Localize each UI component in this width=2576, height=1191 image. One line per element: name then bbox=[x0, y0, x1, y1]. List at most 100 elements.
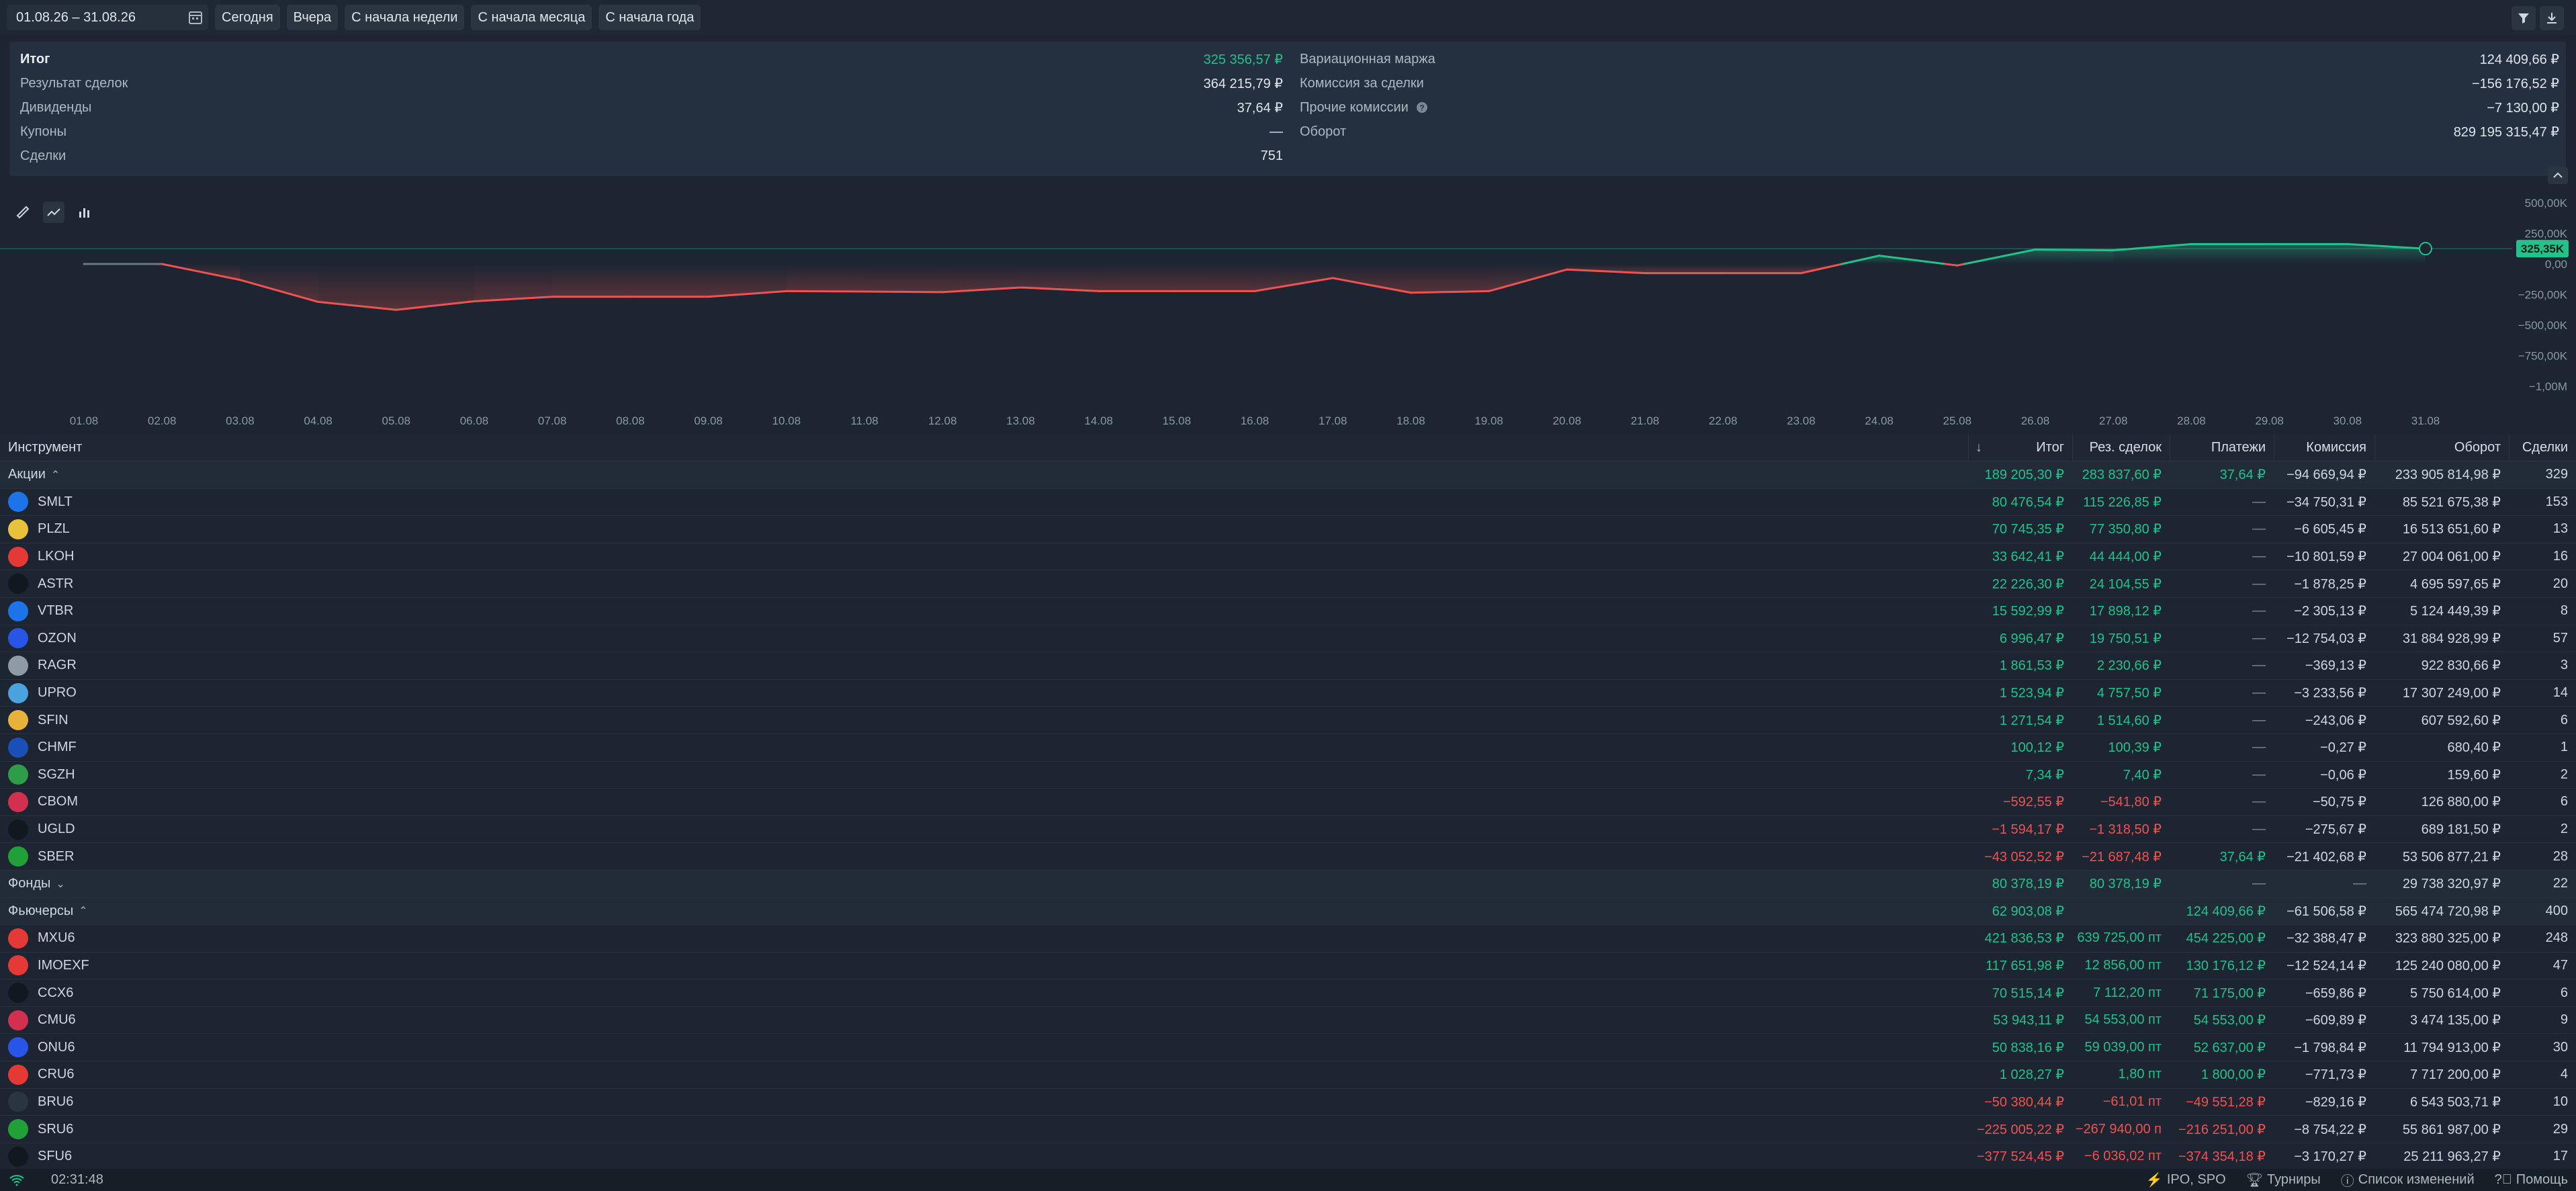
pnl-chart[interactable]: 01.08 02.08 03.08 04.08 05.08 06.08 07.08 08.08… bbox=[0, 185, 2576, 435]
table-row[interactable]: LKOH 33 642,41 ₽ 44 444,00 ₽ — −10 801,59 ₽ 2… bbox=[0, 543, 2576, 571]
total-cell: 1 861,53 ₽ bbox=[1999, 658, 2064, 674]
date-range-input[interactable]: 01.08.26 – 31.08.26 bbox=[7, 5, 208, 30]
group-row[interactable]: Фонды ⌄ 80 378,19 ₽ 80 378,19 ₽ — — 29 738 320… bbox=[0, 870, 2576, 898]
deals-result-cell: 12 856,00 пт bbox=[2084, 957, 2162, 973]
area-fill bbox=[1333, 264, 1411, 293]
summary-label: Дивиденды bbox=[20, 99, 92, 115]
deals-count-cell: 6 bbox=[2560, 985, 2568, 1000]
table-row[interactable]: BRU6 −50 380,44 ₽ −61,01 пт −49 551,28 ₽ −82… bbox=[0, 1089, 2576, 1116]
total-cell: 80 378,19 ₽ bbox=[1992, 877, 2064, 892]
table-row[interactable]: VTBR 15 592,99 ₽ 17 898,12 ₽ — −2 305,13 ₽ 5 … bbox=[0, 598, 2576, 625]
table-row[interactable]: ONU6 50 838,16 ₽ 59 039,00 пт 52 637,00 ₽ −1… bbox=[0, 1034, 2576, 1062]
table-row[interactable]: UPRO 1 523,94 ₽ 4 757,50 ₽ — −3 233,56 ₽ 17 3… bbox=[0, 680, 2576, 707]
yesterday-button[interactable]: Вчера bbox=[286, 5, 339, 30]
header-instrument[interactable]: Инструмент bbox=[0, 440, 1968, 455]
table-row[interactable]: OZON 6 996,47 ₽ 19 750,51 ₽ — −12 754,03 ₽ 31… bbox=[0, 625, 2576, 653]
calendar-icon[interactable] bbox=[188, 10, 203, 25]
instrument-name: Акции bbox=[8, 467, 46, 482]
deals-result-cell: 1 514,60 ₽ bbox=[2096, 713, 2162, 728]
table-row[interactable]: IMOEXF 117 651,98 ₽ 12 856,00 пт 130 176,12… bbox=[0, 953, 2576, 980]
total-cell: 70 515,14 ₽ bbox=[1992, 985, 2064, 1001]
table-row[interactable]: UGLD −1 594,17 ₽ −1 318,50 ₽ — −275,67 ₽ 689 … bbox=[0, 816, 2576, 844]
instrument-logo-icon bbox=[8, 1119, 28, 1140]
table-row[interactable]: PLZL 70 745,35 ₽ 77 350,80 ₽ — −6 605,45 ₽ 16… bbox=[0, 516, 2576, 543]
header-total[interactable]: ↓ Итог bbox=[1968, 435, 2072, 461]
instrument-cell: SGZH bbox=[0, 764, 1968, 785]
turnover-cell: 25 211 963,27 ₽ bbox=[2403, 1149, 2501, 1165]
chevron-up-icon[interactable]: ⌃ bbox=[51, 468, 60, 482]
table-row[interactable]: MXU6 421 836,53 ₽ 639 725,00 пт 454 225,00 … bbox=[0, 925, 2576, 953]
week-start-button[interactable]: С начала недели bbox=[345, 5, 465, 30]
table-row[interactable]: SFIN 1 271,54 ₽ 1 514,60 ₽ — −243,06 ₽ 607 59… bbox=[0, 707, 2576, 734]
table-row[interactable]: CMU6 53 943,11 ₽ 54 553,00 пт 54 553,00 ₽ −6… bbox=[0, 1007, 2576, 1034]
help-link[interactable]: ?⃝ Помощь bbox=[2495, 1172, 2568, 1188]
payments-cell: −374 354,18 ₽ bbox=[2178, 1149, 2266, 1165]
instrument-cell: CHMF bbox=[0, 737, 1968, 758]
instrument-name: RAGR bbox=[38, 658, 77, 673]
year-start-button[interactable]: С начала года bbox=[598, 5, 701, 30]
instrument-name: SFU6 bbox=[38, 1149, 73, 1164]
group-row[interactable]: Акции ⌃ 189 205,30 ₽ 283 837,60 ₽ 37,64 ₽ −94… bbox=[0, 461, 2576, 489]
summary-label: Итог bbox=[20, 51, 50, 67]
collapse-summary-button[interactable] bbox=[2548, 167, 2568, 184]
payments-cell: — bbox=[2252, 521, 2266, 537]
month-start-button[interactable]: С начала месяца bbox=[471, 5, 592, 30]
filter-icon[interactable] bbox=[2512, 6, 2536, 30]
clock: 02:31:48 bbox=[51, 1172, 103, 1187]
commission-cell: −1 878,25 ₽ bbox=[2294, 576, 2366, 592]
deals-result-cell: 100,39 ₽ bbox=[2108, 740, 2162, 756]
ipo-link[interactable]: ⚡ IPO, SPO bbox=[2146, 1172, 2226, 1188]
summary-deals-result-row: Результат сделок 364 215,79 ₽ bbox=[20, 71, 1283, 95]
tournaments-link[interactable]: 🏆︎ Турниры bbox=[2246, 1172, 2321, 1188]
table-row[interactable]: SRU6 −225 005,22 ₽ −267 940,00 п −216 251,0… bbox=[0, 1116, 2576, 1143]
summary-deals-count-row: Сделки 751 bbox=[20, 144, 1283, 168]
download-icon[interactable] bbox=[2540, 6, 2564, 30]
payments-cell: — bbox=[2252, 603, 2266, 619]
area-fill bbox=[552, 264, 631, 297]
table-row[interactable]: SBER −43 052,52 ₽ −21 687,48 ₽ 37,64 ₽ −21 4… bbox=[0, 843, 2576, 871]
deals-count-cell: 248 bbox=[2545, 930, 2568, 946]
sort-desc-icon[interactable]: ↓ bbox=[1969, 440, 1982, 455]
area-fill bbox=[630, 264, 709, 297]
header-deals-result[interactable]: Рез. сделок bbox=[2072, 435, 2170, 461]
header-turnover[interactable]: Оборот bbox=[2374, 435, 2509, 461]
instrument-logo-icon bbox=[8, 737, 28, 758]
total-cell: 80 476,54 ₽ bbox=[1992, 494, 2064, 510]
instrument-cell: IMOEXF bbox=[0, 955, 1968, 976]
area-fill bbox=[1645, 264, 1724, 273]
changelog-link[interactable]: ⓘ Список изменений bbox=[2341, 1170, 2475, 1190]
header-deals[interactable]: Сделки bbox=[2509, 435, 2576, 461]
table-row[interactable]: ASTR 22 226,30 ₽ 24 104,55 ₽ — −1 878,25 ₽ 4 … bbox=[0, 570, 2576, 598]
chevron-up-icon[interactable]: ⌃ bbox=[79, 904, 87, 918]
deals-count-cell: 400 bbox=[2545, 903, 2568, 918]
table-row[interactable]: RAGR 1 861,53 ₽ 2 230,66 ₽ — −369,13 ₽ 922 83… bbox=[0, 652, 2576, 680]
table-row[interactable]: SGZH 7,34 ₽ 7,40 ₽ — −0,06 ₽ 159,60 ₽ 2 bbox=[0, 762, 2576, 789]
table-row[interactable]: CBOM −592,55 ₽ −541,80 ₽ — −50,75 ₽ 126 880,0… bbox=[0, 789, 2576, 816]
summary-value: −7 130,00 ₽ bbox=[2487, 100, 2559, 116]
instrument-cell: MXU6 bbox=[0, 928, 1968, 949]
group-row[interactable]: Фьючерсы ⌃ 62 903,08 ₽ 124 409,66 ₽ −61 506,… bbox=[0, 897, 2576, 926]
summary-value: 37,64 ₽ bbox=[1237, 100, 1283, 116]
commission-cell: −8 754,22 ₽ bbox=[2294, 1122, 2366, 1137]
table-row[interactable]: SMLT 80 476,54 ₽ 115 226,85 ₽ — −34 750,31 ₽… bbox=[0, 489, 2576, 517]
instrument-name: CBOM bbox=[38, 794, 78, 809]
x-tick-label: 17.08 bbox=[1319, 414, 1347, 427]
instrument-logo-icon bbox=[8, 519, 28, 539]
help-icon[interactable]: ? bbox=[1416, 101, 1428, 114]
header-payments[interactable]: Платежи bbox=[2170, 435, 2274, 461]
x-tick-label: 08.08 bbox=[616, 414, 645, 427]
table-row[interactable]: CHMF 100,12 ₽ 100,39 ₽ — −0,27 ₽ 680,40 ₽ 1 bbox=[0, 734, 2576, 762]
turnover-cell: 7 717 200,00 ₽ bbox=[2409, 1067, 2501, 1083]
today-button[interactable]: Сегодня bbox=[215, 5, 280, 30]
x-tick-label: 12.08 bbox=[928, 414, 957, 427]
help-label: Помощь bbox=[2516, 1172, 2568, 1187]
table-row[interactable]: CCX6 70 515,14 ₽ 7 112,20 пт 71 175,00 ₽ −65… bbox=[0, 979, 2576, 1007]
commission-cell: −61 506,58 ₽ bbox=[2286, 903, 2366, 919]
y-tick-label: −1,00M bbox=[2529, 380, 2567, 393]
summary-value: 124 409,66 ₽ bbox=[2479, 52, 2559, 67]
turnover-cell: 922 830,66 ₽ bbox=[2421, 658, 2501, 674]
chevron-down-icon[interactable]: ⌄ bbox=[56, 877, 64, 891]
header-commission[interactable]: Комиссия bbox=[2274, 435, 2374, 461]
table-row[interactable]: CRU6 1 028,27 ₽ 1,80 пт 1 800,00 ₽ −771,73 ₽… bbox=[0, 1061, 2576, 1089]
table-row[interactable]: SFU6 −377 524,45 ₽ −6 036,02 пт −374 354,18… bbox=[0, 1143, 2576, 1171]
